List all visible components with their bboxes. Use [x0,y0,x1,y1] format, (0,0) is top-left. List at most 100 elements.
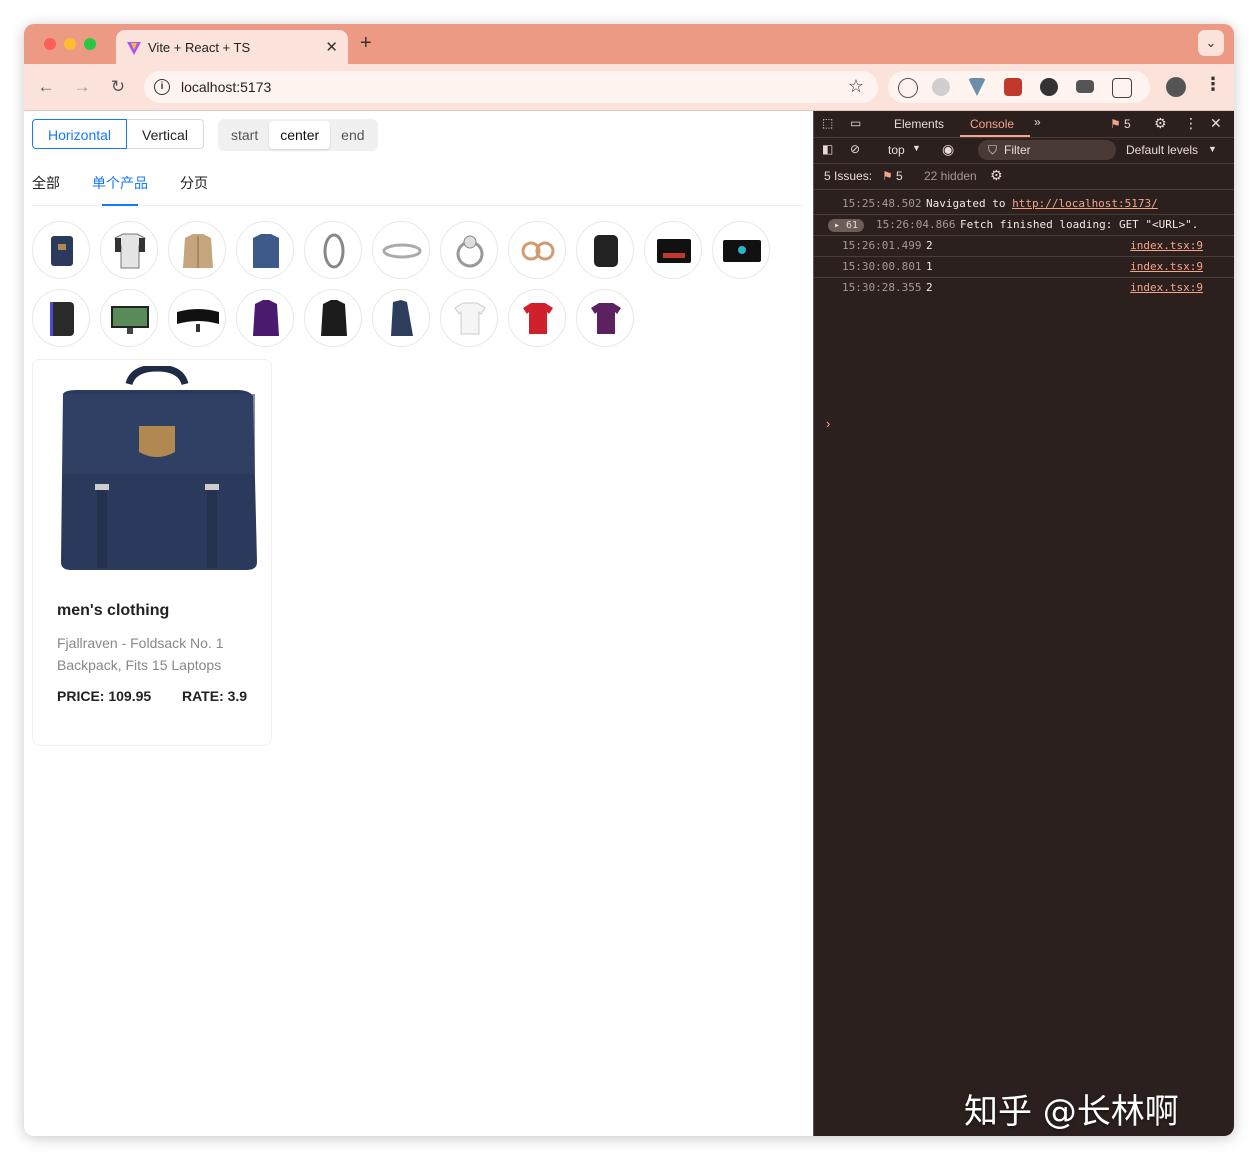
watermark: 知乎 @长林啊 [964,1092,1179,1132]
close-devtools-icon[interactable]: ✕ [1210,115,1222,132]
horizontal-button[interactable]: Horizontal [32,119,128,149]
tab-close-icon[interactable]: ✕ [325,38,338,56]
thumb-leather-jacket[interactable] [304,289,362,347]
extension-icon[interactable] [898,78,918,98]
bookmark-star-icon[interactable]: ☆ [848,76,864,97]
more-tabs-icon[interactable]: » [1034,115,1041,129]
thumb-snowboard-jacket[interactable] [236,289,294,347]
thumb-white-tee[interactable] [440,289,498,347]
tab-elements[interactable]: Elements [894,117,944,131]
source-link[interactable]: index.tsx:9 [1130,239,1203,252]
align-center-option[interactable]: center [269,121,331,149]
issues-flag-icon[interactable]: ⚑ [1110,117,1121,131]
address-bar[interactable]: i localhost:5173 ☆ [144,71,878,103]
log-message: Navigated to http://localhost:5173/ [926,197,1158,210]
tab-all[interactable]: 全部 [32,173,60,193]
bear-extension-icon[interactable] [1040,78,1058,96]
issues-settings-icon[interactable]: ⚙ [990,167,1003,184]
issues-badge[interactable]: 5 [896,169,903,183]
issues-count[interactable]: 5 [1124,117,1131,131]
align-end-option[interactable]: end [330,121,375,149]
vue-devtools-icon[interactable] [968,78,986,96]
thumb-samsung-monitor[interactable] [168,289,226,347]
reload-icon[interactable]: ↻ [106,75,130,99]
log-message: 1 [926,260,933,273]
repeat-count-badge[interactable]: ▸ 61 [828,219,864,232]
console-log-row[interactable]: 15:26:01.499 2 index.tsx:9 [814,235,1234,257]
console-log-row[interactable]: 15:25:48.502 Navigated to http://localho… [814,193,1234,215]
thumb-rain-jacket[interactable] [372,289,430,347]
thumb-gaming-drive[interactable] [32,289,90,347]
filter-icon: ⛉ [988,143,998,157]
tab-console[interactable]: Console [970,117,1014,131]
source-link[interactable]: index.tsx:9 [1130,281,1203,294]
minimize-window-button[interactable] [64,38,76,50]
thumb-purple-tee[interactable] [576,289,634,347]
tab-pagination[interactable]: 分页 [180,173,208,193]
thumb-silver-ring[interactable] [372,221,430,279]
thumb-jacket[interactable] [168,221,226,279]
thumb-hard-drive[interactable] [576,221,634,279]
thumb-slim-shirt[interactable] [236,221,294,279]
caret-down-icon: ▼ [1208,144,1217,154]
log-timestamp: 15:26:04.866 [876,218,956,231]
forward-arrow-icon[interactable]: → [70,75,94,99]
url-text[interactable]: localhost:5173 [181,79,271,95]
console-log-row[interactable]: ▸ 61 15:26:04.866 Fetch finished loading… [814,214,1234,236]
thumb-silicon-power-ssd[interactable] [712,221,770,279]
log-timestamp: 15:26:01.499 [842,239,922,252]
issues-label[interactable]: 5 Issues: [824,169,872,183]
thumb-sandisk-ssd[interactable] [644,221,702,279]
thumb-raglan-shirt[interactable] [100,221,158,279]
puzzle-extensions-icon[interactable] [1112,78,1132,98]
thumb-backpack[interactable] [32,221,90,279]
extension-icon[interactable] [1004,78,1022,96]
thumb-gold-earrings[interactable] [508,221,566,279]
console-log-row[interactable]: 15:30:00.801 1 index.tsx:9 [814,256,1234,278]
filter-input[interactable]: ⛉ Filter [978,140,1116,160]
product-category: men's clothing [57,602,170,619]
profile-avatar[interactable] [1166,77,1186,97]
filter-placeholder: Filter [1004,143,1031,157]
mail-icon[interactable] [1076,80,1094,93]
console-prompt-chevron-icon[interactable]: › [826,416,830,431]
thumb-acer-monitor[interactable] [100,289,158,347]
more-menu-icon[interactable]: ⋮ [1204,74,1222,95]
context-selector[interactable]: top [888,143,905,157]
inspect-element-icon[interactable]: ⬚ [822,116,833,130]
align-segmented: start center end [218,119,378,151]
navigated-url-link[interactable]: http://localhost:5173/ [1012,197,1158,210]
product-title: Fjallraven - Foldsack No. 1 Backpack, Fi… [57,635,224,673]
sidebar-toggle-icon[interactable]: ◧ [822,142,833,156]
console-log-row[interactable]: 15:30:28.355 2 index.tsx:9 [814,277,1234,298]
align-start-option[interactable]: start [220,121,269,149]
settings-gear-icon[interactable]: ⚙ [1154,115,1167,132]
product-card[interactable]: men's clothing Fjallraven - Foldsack No.… [32,359,272,746]
source-link[interactable]: index.tsx:9 [1130,260,1203,273]
tab-single-product[interactable]: 单个产品 [92,173,148,193]
close-window-button[interactable] [44,38,56,50]
tab-strip: Vite + React + TS ✕ + ⌄ [24,24,1234,64]
thumb-red-tee[interactable] [508,289,566,347]
devtools-panel: ⬚ ▭ Elements Console » ⚑ 5 ⚙ ⋮ ✕ ◧ ⊘ top… [813,111,1234,1136]
devtools-menu-icon[interactable]: ⋮ [1184,115,1198,132]
back-arrow-icon[interactable]: ← [34,75,58,99]
clear-console-icon[interactable]: ⊘ [850,142,860,156]
hidden-count[interactable]: 22 hidden [924,169,977,183]
issues-flag-icon: ⚑ [882,169,893,183]
thumb-diamond-ring[interactable] [440,221,498,279]
product-rate: RATE: 3.9 [182,688,248,704]
live-expression-eye-icon[interactable]: ◉ [942,141,954,158]
device-toolbar-icon[interactable]: ▭ [850,116,861,130]
thumb-bracelet[interactable] [304,221,362,279]
tab-search-button[interactable]: ⌄ [1198,30,1224,56]
extensions-group [888,71,1150,103]
vertical-button[interactable]: Vertical [127,119,204,149]
new-tab-button[interactable]: + [360,32,372,54]
issues-bar: 5 Issues: ⚑ 5 22 hidden ⚙ [814,163,1234,190]
extension-icon[interactable] [932,78,950,96]
log-levels-dropdown[interactable]: Default levels [1126,143,1198,157]
zoom-window-button[interactable] [84,38,96,50]
browser-tab[interactable]: Vite + React + TS ✕ [116,30,348,64]
site-info-icon[interactable]: i [154,79,170,95]
